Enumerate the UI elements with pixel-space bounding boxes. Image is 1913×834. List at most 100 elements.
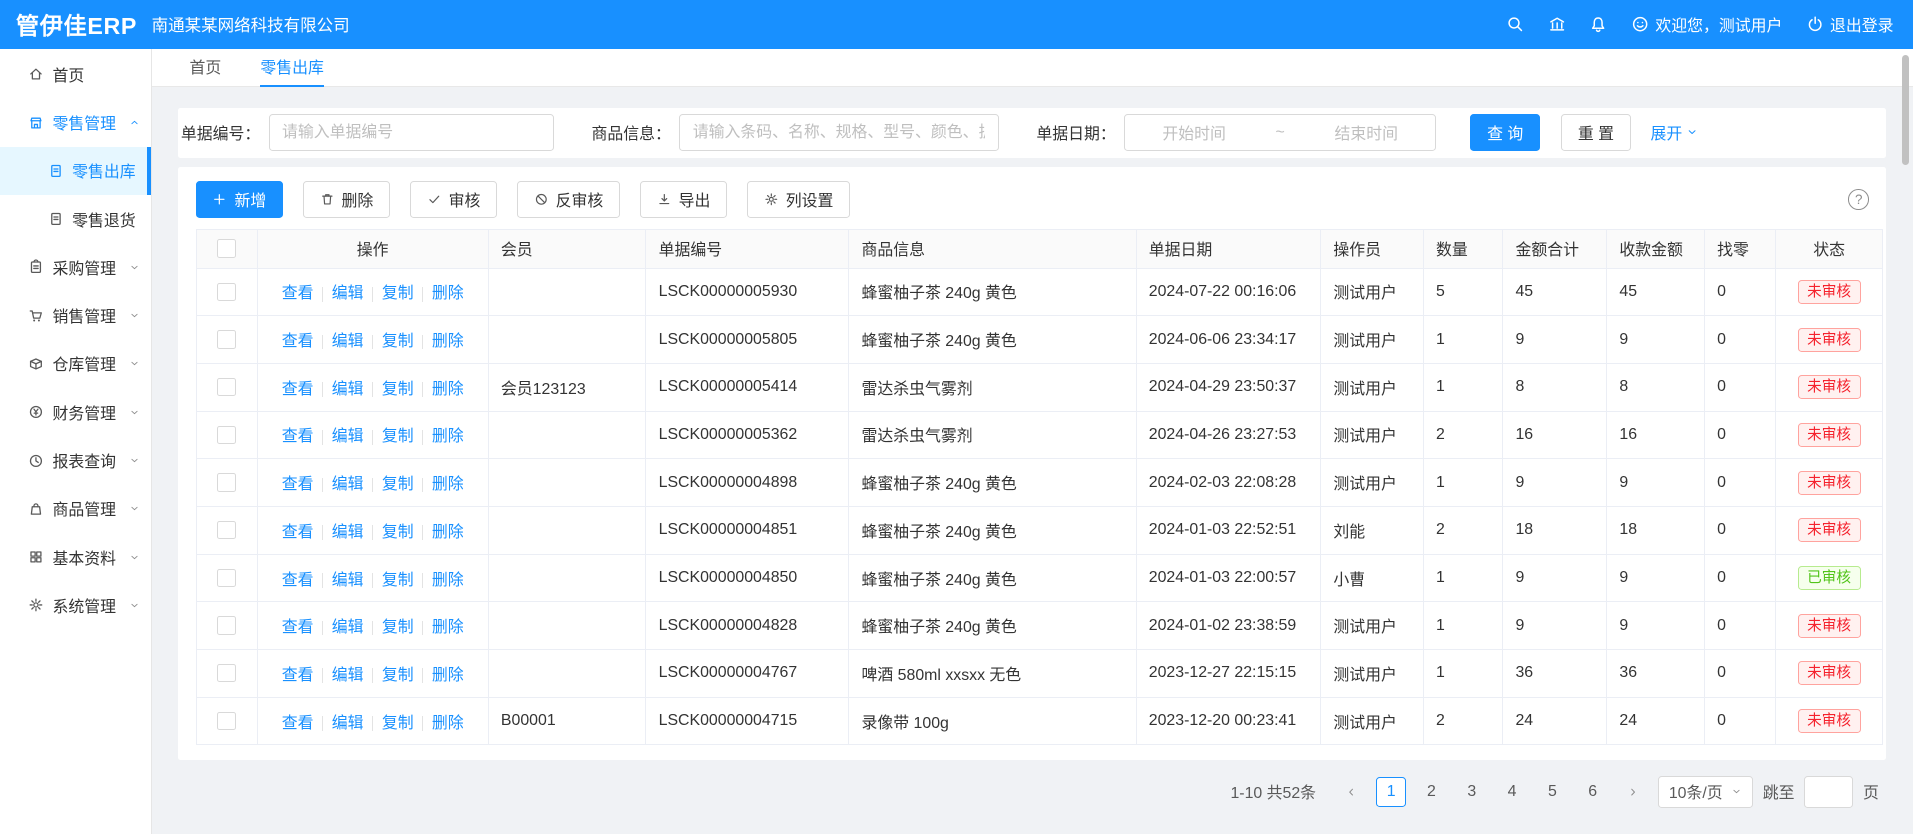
tab-retail-outbound[interactable]: 零售出库 bbox=[260, 49, 324, 87]
row-view-link[interactable]: 查看 bbox=[282, 715, 314, 732]
row-edit-link[interactable]: 编辑 bbox=[332, 715, 364, 732]
prev-page-button[interactable] bbox=[1336, 777, 1367, 808]
row-checkbox[interactable] bbox=[217, 521, 235, 539]
row-checkbox[interactable] bbox=[217, 330, 235, 348]
row-view-link[interactable]: 查看 bbox=[282, 667, 314, 684]
row-checkbox[interactable] bbox=[217, 712, 235, 730]
sidebar-item-basic-data[interactable]: 基本资料 bbox=[0, 533, 151, 581]
column-settings-button[interactable]: 列设置 bbox=[747, 181, 850, 218]
row-copy-link[interactable]: 复制 bbox=[382, 572, 414, 589]
table-row: 查看编辑复制删除LSCK00000005362雷达杀虫气雾剂2024-04-26… bbox=[196, 411, 1883, 459]
help-icon[interactable]: ? bbox=[1848, 189, 1869, 210]
tab-home[interactable]: 首页 bbox=[189, 49, 221, 87]
row-checkbox[interactable] bbox=[217, 616, 235, 634]
vertical-scrollbar[interactable] bbox=[1902, 55, 1909, 165]
organization-icon[interactable] bbox=[1548, 15, 1566, 33]
page-button[interactable]: 4 bbox=[1497, 777, 1528, 808]
logout-button[interactable]: 退出登录 bbox=[1806, 13, 1894, 36]
sidebar-item-retail-management[interactable]: 零售管理 bbox=[0, 98, 151, 146]
sidebar-item-home[interactable]: 首页 bbox=[0, 50, 151, 98]
page-button[interactable]: 1 bbox=[1376, 777, 1407, 808]
sidebar-item-purchase-management[interactable]: 采购管理 bbox=[0, 243, 151, 291]
row-copy-link[interactable]: 复制 bbox=[382, 428, 414, 445]
sidebar-item-retail-return[interactable]: 零售退货 bbox=[0, 195, 151, 243]
row-delete-link[interactable]: 删除 bbox=[432, 619, 464, 636]
sidebar-item-finance-management[interactable]: 财务管理 bbox=[0, 388, 151, 436]
sidebar-item-system-management[interactable]: 系统管理 bbox=[0, 581, 151, 629]
expand-toggle[interactable]: 展开 bbox=[1650, 121, 1698, 144]
trash-icon bbox=[320, 192, 335, 207]
app-logo: 管伊佳ERP bbox=[0, 7, 137, 41]
page-button[interactable]: 6 bbox=[1577, 777, 1608, 808]
member-cell: 会员123123 bbox=[488, 363, 646, 411]
row-view-link[interactable]: 查看 bbox=[282, 572, 314, 589]
row-delete-link[interactable]: 删除 bbox=[432, 667, 464, 684]
page-button[interactable]: 2 bbox=[1416, 777, 1447, 808]
row-view-link[interactable]: 查看 bbox=[282, 476, 314, 493]
bill-no-input[interactable] bbox=[269, 114, 554, 151]
next-page-button[interactable] bbox=[1618, 777, 1649, 808]
page-button[interactable]: 3 bbox=[1457, 777, 1488, 808]
row-checkbox[interactable] bbox=[217, 426, 235, 444]
row-edit-link[interactable]: 编辑 bbox=[332, 572, 364, 589]
row-delete-link[interactable]: 删除 bbox=[432, 572, 464, 589]
user-menu[interactable]: 欢迎您，测试用户 bbox=[1631, 13, 1782, 36]
row-edit-link[interactable]: 编辑 bbox=[332, 381, 364, 398]
row-copy-link[interactable]: 复制 bbox=[382, 285, 414, 302]
row-edit-link[interactable]: 编辑 bbox=[332, 476, 364, 493]
bill-no-cell: LSCK00000005805 bbox=[646, 316, 849, 364]
row-view-link[interactable]: 查看 bbox=[282, 428, 314, 445]
row-checkbox[interactable] bbox=[217, 283, 235, 301]
date-range-input[interactable]: 开始时间 ~ 结束时间 bbox=[1124, 114, 1436, 151]
row-checkbox[interactable] bbox=[217, 664, 235, 682]
add-button[interactable]: 新增 bbox=[196, 181, 284, 218]
row-delete-link[interactable]: 删除 bbox=[432, 333, 464, 350]
row-edit-link[interactable]: 编辑 bbox=[332, 667, 364, 684]
row-copy-link[interactable]: 复制 bbox=[382, 476, 414, 493]
row-edit-link[interactable]: 编辑 bbox=[332, 285, 364, 302]
product-info-input[interactable] bbox=[679, 114, 998, 151]
row-view-link[interactable]: 查看 bbox=[282, 619, 314, 636]
row-edit-link[interactable]: 编辑 bbox=[332, 428, 364, 445]
audit-button[interactable]: 审核 bbox=[410, 181, 498, 218]
row-edit-link[interactable]: 编辑 bbox=[332, 619, 364, 636]
sidebar-item-retail-outbound[interactable]: 零售出库 bbox=[0, 147, 151, 195]
row-copy-link[interactable]: 复制 bbox=[382, 619, 414, 636]
row-view-link[interactable]: 查看 bbox=[282, 524, 314, 541]
page-size-select[interactable]: 10条/页 bbox=[1658, 776, 1753, 808]
row-view-link[interactable]: 查看 bbox=[282, 333, 314, 350]
row-edit-link[interactable]: 编辑 bbox=[332, 524, 364, 541]
row-copy-link[interactable]: 复制 bbox=[382, 524, 414, 541]
row-checkbox[interactable] bbox=[217, 569, 235, 587]
search-icon[interactable] bbox=[1506, 15, 1524, 33]
sidebar-item-sales-management[interactable]: 销售管理 bbox=[0, 292, 151, 340]
row-checkbox[interactable] bbox=[217, 473, 235, 491]
export-button[interactable]: 导出 bbox=[640, 181, 728, 218]
row-delete-link[interactable]: 删除 bbox=[432, 524, 464, 541]
row-checkbox[interactable] bbox=[217, 378, 235, 396]
row-copy-link[interactable]: 复制 bbox=[382, 381, 414, 398]
row-view-link[interactable]: 查看 bbox=[282, 285, 314, 302]
unaudit-button[interactable]: 反审核 bbox=[517, 181, 620, 218]
notification-bell-icon[interactable] bbox=[1589, 15, 1607, 33]
sidebar-item-report-query[interactable]: 报表查询 bbox=[0, 436, 151, 484]
row-edit-link[interactable]: 编辑 bbox=[332, 333, 364, 350]
search-button[interactable]: 查 询 bbox=[1470, 114, 1540, 151]
sidebar-item-product-management[interactable]: 商品管理 bbox=[0, 485, 151, 533]
row-delete-link[interactable]: 删除 bbox=[432, 285, 464, 302]
row-copy-link[interactable]: 复制 bbox=[382, 715, 414, 732]
jump-page-input[interactable] bbox=[1804, 776, 1853, 808]
sidebar-item-warehouse-management[interactable]: 仓库管理 bbox=[0, 340, 151, 388]
select-all-checkbox[interactable] bbox=[217, 239, 235, 257]
row-delete-link[interactable]: 删除 bbox=[432, 476, 464, 493]
row-delete-link[interactable]: 删除 bbox=[432, 381, 464, 398]
row-delete-link[interactable]: 删除 bbox=[432, 715, 464, 732]
reset-button[interactable]: 重 置 bbox=[1561, 114, 1631, 151]
delete-button[interactable]: 删除 bbox=[303, 181, 391, 218]
row-copy-link[interactable]: 复制 bbox=[382, 333, 414, 350]
sidebar-item-label: 零售出库 bbox=[72, 159, 136, 182]
row-delete-link[interactable]: 删除 bbox=[432, 428, 464, 445]
row-copy-link[interactable]: 复制 bbox=[382, 667, 414, 684]
page-button[interactable]: 5 bbox=[1537, 777, 1568, 808]
row-view-link[interactable]: 查看 bbox=[282, 381, 314, 398]
